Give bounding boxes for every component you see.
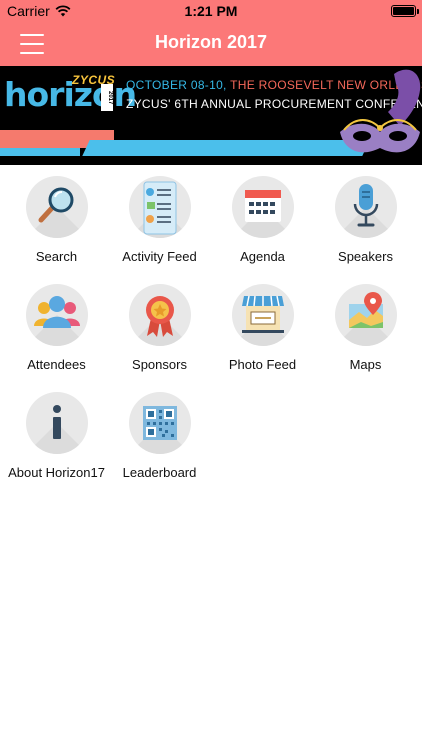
battery-icon (391, 5, 419, 17)
nav-title: Horizon 2017 (154, 32, 268, 52)
tile-label: Maps (349, 357, 382, 372)
info-icon (53, 405, 61, 439)
people-icon (34, 296, 80, 328)
conference-banner[interactable]: horizon ZYCUS 2017 OCTOBER 08-10, THE RO… (0, 66, 422, 165)
map-pin-icon (349, 292, 383, 328)
award-ribbon-icon (146, 296, 174, 337)
menu-tile-about[interactable]: About Horizon17 (4, 381, 109, 485)
search-icon (38, 187, 74, 223)
menu-tile-agenda[interactable]: Agenda (210, 165, 315, 269)
menu-tile-attendees[interactable]: Attendees (4, 273, 109, 377)
menu-tile-activity-feed[interactable]: Activity Feed (107, 165, 212, 269)
calendar-icon (245, 190, 281, 222)
tile-icon-circle (335, 176, 397, 238)
nav-bar: Horizon 2017 (0, 22, 422, 66)
banner-logo-text: horizon (4, 75, 137, 114)
tile-icon-circle (26, 176, 88, 238)
status-time: 1:21 PM (184, 3, 238, 19)
tile-icon-circle (26, 392, 88, 454)
tile-icon-circle (232, 176, 294, 238)
menu-tile-sponsors[interactable]: Sponsors (107, 273, 212, 377)
banner-stripe (82, 140, 370, 156)
tile-label: Speakers (338, 249, 393, 264)
menu-tile-maps[interactable]: Maps (313, 273, 418, 377)
banner-stripe (0, 148, 80, 156)
tile-label: Leaderboard (122, 465, 197, 480)
tile-icon-circle (335, 284, 397, 346)
banner-date: OCTOBER 08-10, (126, 78, 227, 92)
menu-tile-leaderboard[interactable]: Leaderboard (107, 381, 212, 485)
activity-feed-icon (143, 181, 177, 235)
tile-icon-circle (232, 284, 294, 346)
menu-tile-speakers[interactable]: Speakers (313, 165, 418, 269)
storefront-icon (242, 295, 284, 333)
tile-icon-circle (129, 392, 191, 454)
banner-logo-year: 2017 (101, 84, 113, 111)
microphone-icon (353, 184, 379, 227)
tile-icon-circle (129, 284, 191, 346)
status-bar: Carrier 1:21 PM (0, 0, 422, 22)
tile-icon-circle (129, 176, 191, 238)
menu-tile-search[interactable]: Search (4, 165, 109, 269)
tile-icon-circle (26, 284, 88, 346)
qr-code-icon (143, 406, 177, 440)
menu-tile-photo-feed[interactable]: Photo Feed (210, 273, 315, 377)
carnival-mask-icon (340, 69, 421, 153)
